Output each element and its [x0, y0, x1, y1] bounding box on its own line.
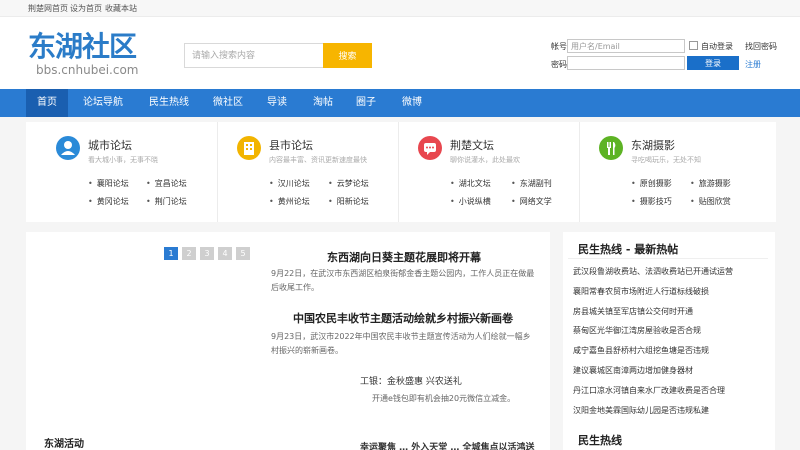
hotline-item[interactable]: 蔡甸区光华御江湾房屋验收是否合规 — [573, 325, 701, 336]
logo-text: 东湖社区 — [28, 30, 137, 63]
news-headline[interactable]: 东西湖向日葵主题花展即将开幕 — [327, 249, 481, 265]
forgot-password-link[interactable]: 找回密码 — [745, 41, 777, 52]
forum-column-county: 县市论坛 内容最丰富、资讯更新速度最快 汉川论坛 云梦论坛 黄州论坛 阳新论坛 — [217, 122, 397, 222]
forum-desc: 寻吃喝玩乐，无处不知 — [631, 156, 701, 164]
register-link[interactable]: 注册 — [745, 59, 761, 70]
promo-headline[interactable]: 工银：金秋盛惠 兴农送礼 — [360, 374, 462, 387]
slider-page-3[interactable]: 3 — [200, 247, 214, 260]
promo-summary: 开通e钱包即有机会抽20元微信立减金。 — [372, 394, 516, 403]
password-label: 密码 — [551, 60, 567, 69]
forum-column-city: 城市论坛 看大城小事，无事不晓 襄阳论坛 宜昌论坛 黄冈论坛 荆门论坛 — [26, 122, 206, 222]
user-icon — [56, 136, 80, 160]
forum-link[interactable]: 荆门论坛 — [146, 196, 187, 207]
news-summary: 9月22日，在武汉市东西湖区柏泉街郁金香主题公园内，工作人员正在做最后收尾工作。 — [271, 269, 535, 292]
hotline-panel — [563, 232, 775, 450]
hotline-item[interactable]: 咸宁嘉鱼县舒桥村六组挖鱼塘是否违规 — [573, 345, 709, 356]
news-summary: 9月23日，武汉市2022年中国农民丰收节主题宣传活动为人们绘就一幅乡村振兴的崭… — [271, 332, 531, 355]
forum-link[interactable]: 旅游摄影 — [690, 178, 731, 189]
forum-category-panel: 城市论坛 看大城小事，无事不晓 襄阳论坛 宜昌论坛 黄冈论坛 荆门论坛 县市论坛… — [26, 122, 776, 222]
hotline-item[interactable]: 建议襄城区南漳两边增加健身器材 — [573, 365, 693, 376]
forum-title[interactable]: 东湖摄影 — [631, 137, 675, 153]
forum-link[interactable]: 湖北文坛 — [450, 178, 491, 189]
building-icon — [237, 136, 261, 160]
username-field[interactable] — [567, 39, 685, 53]
forum-title[interactable]: 城市论坛 — [88, 137, 132, 153]
nav-item-weibo[interactable]: 微博 — [396, 89, 428, 117]
hotline-item[interactable]: 汉阳金地美霖国际幼儿园是否违规私建 — [573, 405, 709, 416]
auto-login-checkbox[interactable] — [689, 41, 698, 50]
forum-link[interactable]: 网络文学 — [511, 196, 552, 207]
nav-item-forum-guide[interactable]: 论坛导航 — [76, 89, 130, 117]
nav-item-home[interactable]: 首页 — [26, 89, 68, 117]
nav-item-micro-community[interactable]: 微社区 — [207, 89, 249, 117]
forum-link[interactable]: 襄阳论坛 — [88, 178, 129, 189]
search-input[interactable] — [184, 43, 324, 68]
activity-headline[interactable]: 幸运聚焦 … 外入天堂 … 全城焦点以活鸿送 — [360, 440, 535, 450]
nav-item-tao-tie[interactable]: 淘帖 — [307, 89, 339, 117]
logo-url: bbs.cnhubei.com — [36, 63, 139, 77]
forum-link[interactable]: 黄冈论坛 — [88, 196, 129, 207]
bookmark-link[interactable]: 收藏本站 — [105, 3, 137, 14]
slider-page-2[interactable]: 2 — [182, 247, 196, 260]
site-logo[interactable]: 东湖社区 bbs.cnhubei.com — [28, 30, 168, 80]
forum-title[interactable]: 县市论坛 — [269, 137, 313, 153]
forum-link[interactable]: 贴图欣赏 — [690, 196, 731, 207]
search-button[interactable]: 搜索 — [323, 43, 372, 68]
forum-desc: 看大城小事，无事不晓 — [88, 156, 158, 164]
hotline-item[interactable]: 襄阳常春农贸市场附近人行道标线破损 — [573, 286, 709, 297]
forum-desc: 内容最丰富、资讯更新速度最快 — [269, 156, 367, 164]
hotline-item[interactable]: 丹江口凉水河镇自来水厂改建收费是否合理 — [573, 385, 725, 396]
top-utility-bar: 荆楚网首页 设为首页 收藏本站 — [0, 0, 800, 17]
slider-page-4[interactable]: 4 — [218, 247, 232, 260]
forum-link[interactable]: 小说纵横 — [450, 196, 491, 207]
set-homepage-link[interactable]: 设为首页 — [70, 3, 102, 14]
forum-desc: 聊你说灌水，此处最欢 — [450, 156, 520, 164]
forum-link[interactable]: 东湖副刊 — [511, 178, 552, 189]
hotline-section-title: 民生热线 — [578, 434, 622, 447]
chat-icon — [418, 136, 442, 160]
forum-link[interactable]: 云梦论坛 — [328, 178, 369, 189]
login-button[interactable]: 登录 — [687, 56, 739, 70]
divider — [568, 258, 768, 259]
forum-title[interactable]: 荆楚文坛 — [450, 137, 494, 153]
account-label: 帐号 — [551, 42, 567, 51]
auto-login-label: 自动登录 — [701, 42, 733, 51]
forum-link[interactable]: 汉川论坛 — [269, 178, 310, 189]
hotline-item[interactable]: 房县城关镇至军店镇公交何时开通 — [573, 306, 693, 317]
fork-knife-icon — [599, 136, 623, 160]
slider-page-5[interactable]: 5 — [236, 247, 250, 260]
nav-item-guide[interactable]: 导读 — [261, 89, 293, 117]
nav-item-hotline[interactable]: 民生热线 — [142, 89, 196, 117]
donghu-activity-title: 东湖活动 — [44, 439, 84, 450]
home-link[interactable]: 荆楚网首页 — [28, 3, 68, 14]
forum-link[interactable]: 原创摄影 — [631, 178, 672, 189]
forum-link[interactable]: 阳新论坛 — [328, 196, 369, 207]
nav-item-circles[interactable]: 圈子 — [350, 89, 382, 117]
forum-column-literature: 荆楚文坛 聊你说灌水，此处最欢 湖北文坛 东湖副刊 小说纵横 网络文学 — [398, 122, 578, 222]
news-headline[interactable]: 中国农民丰收节主题活动绘就乡村振兴新画卷 — [293, 310, 513, 326]
hotline-item[interactable]: 武汉段鲁湖收费站、法泗收费站已开通试运营 — [573, 266, 733, 277]
forum-link[interactable]: 黄州论坛 — [269, 196, 310, 207]
main-nav: 首页 论坛导航 民生热线 微社区 导读 淘帖 圈子 微博 — [0, 89, 800, 117]
hotline-latest-title: 民生热线 - 最新热帖 — [578, 243, 679, 256]
password-field[interactable] — [567, 56, 685, 70]
slider-page-1[interactable]: 1 — [164, 247, 178, 260]
forum-column-photography: 东湖摄影 寻吃喝玩乐，无处不知 原创摄影 旅游摄影 摄影技巧 贴图欣赏 — [579, 122, 776, 222]
forum-link[interactable]: 摄影技巧 — [631, 196, 672, 207]
forum-link[interactable]: 宜昌论坛 — [146, 178, 187, 189]
